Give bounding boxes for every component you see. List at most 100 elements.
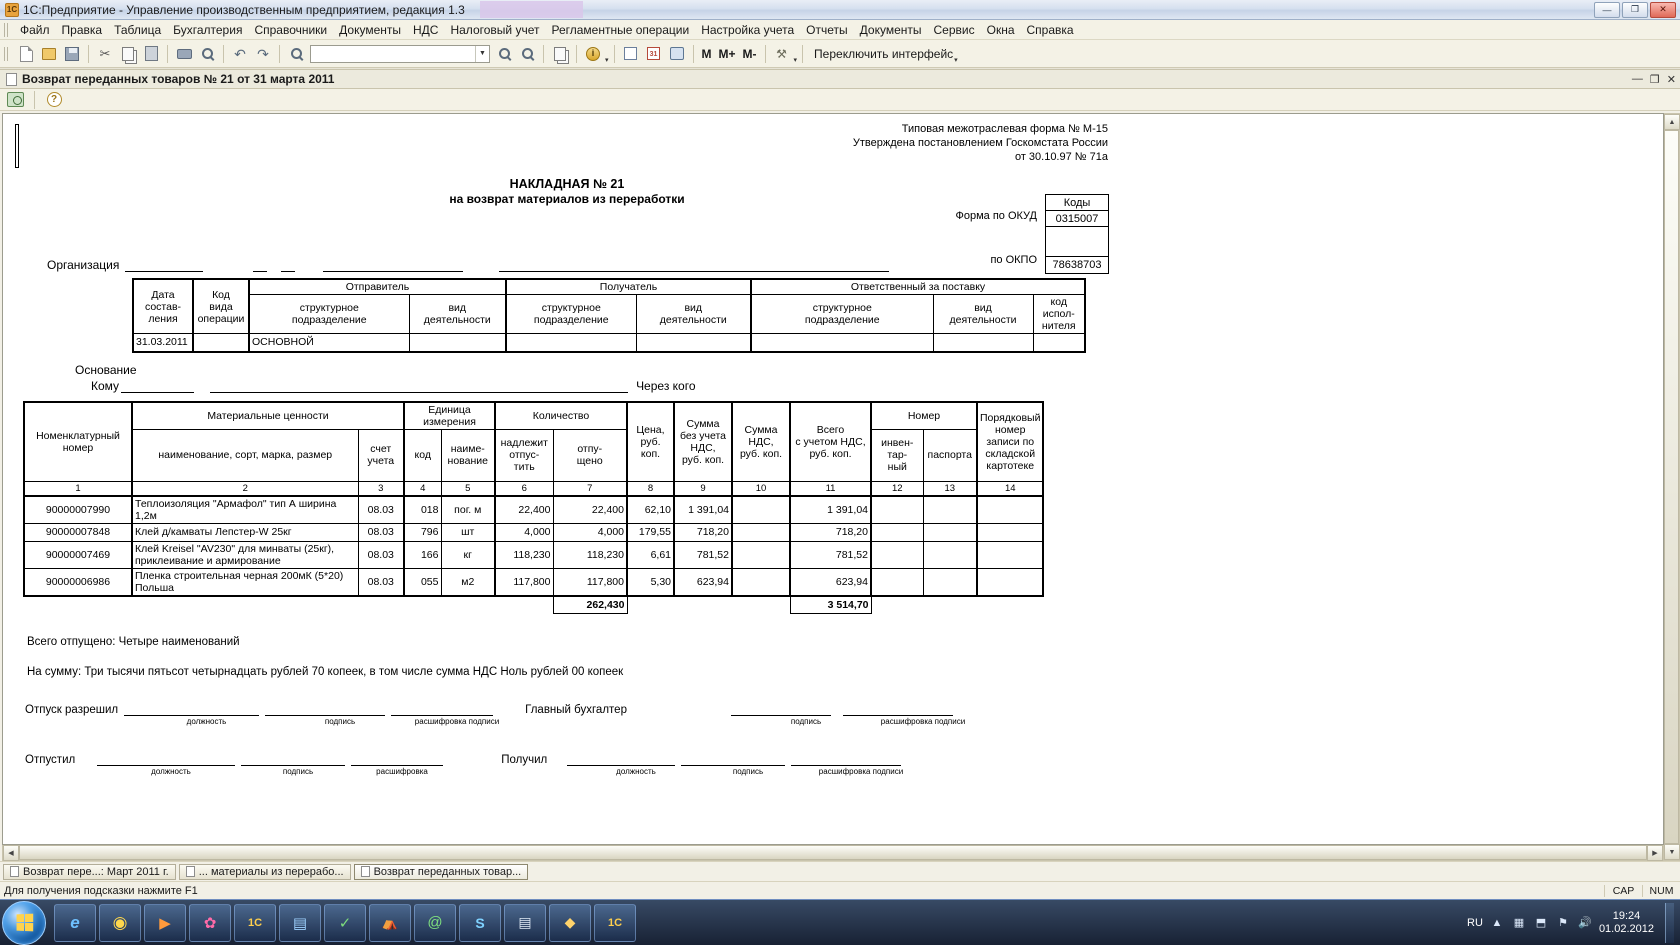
menu-item-accounting[interactable]: Бухгалтерия <box>167 21 248 39</box>
excel-icon[interactable]: ✓ <box>324 903 366 942</box>
menu-item-edit[interactable]: Правка <box>56 21 109 39</box>
copy-lines-button[interactable] <box>549 43 571 65</box>
dispatched-signature-field[interactable] <box>241 752 346 766</box>
language-indicator[interactable]: RU <box>1467 917 1483 929</box>
to-whom-field-2[interactable] <box>210 379 629 393</box>
menu-item-windows[interactable]: Окна <box>981 21 1021 39</box>
organization-field-5[interactable] <box>499 258 890 272</box>
media-player-icon[interactable]: ▶ <box>144 903 186 942</box>
clock[interactable]: 19:24 01.02.2012 <box>1599 910 1654 936</box>
hscroll-thumb[interactable] <box>19 845 1647 860</box>
table-row[interactable]: 90000007848 Клей д/камваты Лепстер-W 25к… <box>23 522 1045 542</box>
find-next-button[interactable] <box>493 43 515 65</box>
chevron-down-icon[interactable]: ▼ <box>475 45 489 62</box>
toolbar-grip[interactable] <box>4 46 10 61</box>
volume-icon[interactable]: 🔊 <box>1577 915 1593 931</box>
scroll-left-arrow-icon[interactable]: ◀ <box>3 845 19 861</box>
help-button[interactable]: ? <box>43 89 65 111</box>
start-button[interactable] <box>2 900 46 945</box>
shield-icon[interactable]: ⬒ <box>1533 915 1549 931</box>
new-document-button[interactable] <box>15 43 37 65</box>
table-row[interactable]: 90000007990 Теплоизоляция "Армафол" тип … <box>23 494 1045 524</box>
settings-dropdown-caret-icon[interactable]: ▾ <box>794 56 798 64</box>
received-signature-field[interactable] <box>681 752 786 766</box>
show-desktop-button[interactable] <box>1665 902 1674 943</box>
maximize-button[interactable]: ❐ <box>1622 1 1648 18</box>
find-prev-button[interactable] <box>516 43 538 65</box>
at-sign-icon[interactable]: @ <box>414 903 456 942</box>
minimize-button[interactable]: — <box>1594 1 1620 18</box>
settings-button[interactable]: ⚒ <box>771 43 793 65</box>
colorful-app-icon[interactable]: ✿ <box>189 903 231 942</box>
window-tab-0[interactable]: Возврат пере...: Март 2011 г. <box>3 863 176 880</box>
received-position-field[interactable] <box>567 752 676 766</box>
menu-item-table[interactable]: Таблица <box>108 21 167 39</box>
scroll-up-arrow-icon[interactable]: ▲ <box>1664 114 1680 130</box>
document-close-button[interactable]: ✕ <box>1667 73 1676 86</box>
vertical-scrollbar[interactable]: ▲ ▼ <box>1664 113 1680 861</box>
users-button[interactable] <box>666 43 688 65</box>
table-row[interactable]: 90000006986 Пленка строительная черная 2… <box>23 567 1045 597</box>
menu-item-accounting-setup[interactable]: Настройка учета <box>695 21 800 39</box>
menu-grip[interactable] <box>4 22 10 37</box>
internet-explorer-icon[interactable]: e <box>54 903 96 942</box>
menu-item-catalogs[interactable]: Справочники <box>248 21 333 39</box>
document-restore-button[interactable]: ❐ <box>1650 73 1660 86</box>
memory-button[interactable]: M <box>699 47 715 61</box>
menu-item-documents-2[interactable]: Документы <box>854 21 928 39</box>
organization-field-1[interactable] <box>125 258 204 272</box>
window-tab-1[interactable]: ... материалы из перерабо... <box>178 863 351 880</box>
menu-item-file[interactable]: Файл <box>14 21 56 39</box>
memory-minus-button[interactable]: M- <box>740 47 760 61</box>
1c-window-icon[interactable]: 1С <box>594 903 636 942</box>
cut-button[interactable]: ✂ <box>94 43 116 65</box>
document-minimize-button[interactable]: — <box>1632 73 1643 86</box>
save-button[interactable] <box>61 43 83 65</box>
to-whom-field[interactable] <box>121 379 195 393</box>
notes-icon[interactable]: ▤ <box>504 903 546 942</box>
switch-interface-button[interactable]: Переключить интерфейс <box>808 47 953 61</box>
calendar-button[interactable]: 31 <box>643 43 665 65</box>
accountant-decoding-field[interactable] <box>842 702 953 716</box>
print-preview-button[interactable] <box>196 43 218 65</box>
vscroll-thumb[interactable] <box>1664 130 1679 844</box>
redo-button[interactable]: ↷ <box>252 43 274 65</box>
menu-item-regulated-operations[interactable]: Регламентные операции <box>545 21 695 39</box>
chrome-icon[interactable]: ◉ <box>99 903 141 942</box>
chevron-up-icon[interactable]: ▲ <box>1489 915 1505 931</box>
close-button[interactable]: ✕ <box>1650 1 1676 18</box>
table-row[interactable]: 90000007469 Клей Kreisel "AV230" для мин… <box>23 540 1045 569</box>
find-button[interactable] <box>285 43 307 65</box>
info-dropdown-caret-icon[interactable]: ▾ <box>605 56 609 64</box>
1c-app-icon[interactable]: 1С <box>234 903 276 942</box>
organization-field-2[interactable] <box>253 258 268 272</box>
menu-item-documents[interactable]: Документы <box>333 21 407 39</box>
menu-item-service[interactable]: Сервис <box>928 21 981 39</box>
scroll-down-arrow-icon[interactable]: ▼ <box>1664 844 1680 860</box>
horizontal-scrollbar[interactable]: ◀ ▶ <box>2 845 1664 861</box>
medal-icon[interactable]: ◆ <box>549 903 591 942</box>
menu-item-tax-accounting[interactable]: Налоговый учет <box>444 21 545 39</box>
calculator-button[interactable] <box>620 43 642 65</box>
released-by-position-field[interactable] <box>124 702 260 716</box>
released-by-signature-field[interactable] <box>265 702 386 716</box>
received-decoding-field[interactable] <box>791 752 902 766</box>
network-icon[interactable]: ▦ <box>1511 915 1527 931</box>
skype-icon[interactable]: S <box>459 903 501 942</box>
dispatched-position-field[interactable] <box>97 752 236 766</box>
search-combobox[interactable]: ▼ <box>310 44 490 63</box>
scroll-right-arrow-icon[interactable]: ▶ <box>1647 845 1663 861</box>
organization-field-3[interactable] <box>281 258 296 272</box>
undo-button[interactable]: ↶ <box>229 43 251 65</box>
open-button[interactable] <box>38 43 60 65</box>
copy-button[interactable] <box>117 43 139 65</box>
camel-icon[interactable]: ⛺ <box>369 903 411 942</box>
paste-button[interactable] <box>140 43 162 65</box>
released-by-decoding-field[interactable] <box>391 702 494 716</box>
menu-item-reports[interactable]: Отчеты <box>800 21 853 39</box>
blue-document-icon[interactable]: ▤ <box>279 903 321 942</box>
organization-field-4[interactable] <box>323 258 464 272</box>
flag-icon[interactable]: ⚑ <box>1555 915 1571 931</box>
memory-plus-button[interactable]: M+ <box>716 47 739 61</box>
spreadsheet-canvas[interactable]: Типовая межотраслевая форма № М-15 Утвер… <box>2 113 1664 845</box>
